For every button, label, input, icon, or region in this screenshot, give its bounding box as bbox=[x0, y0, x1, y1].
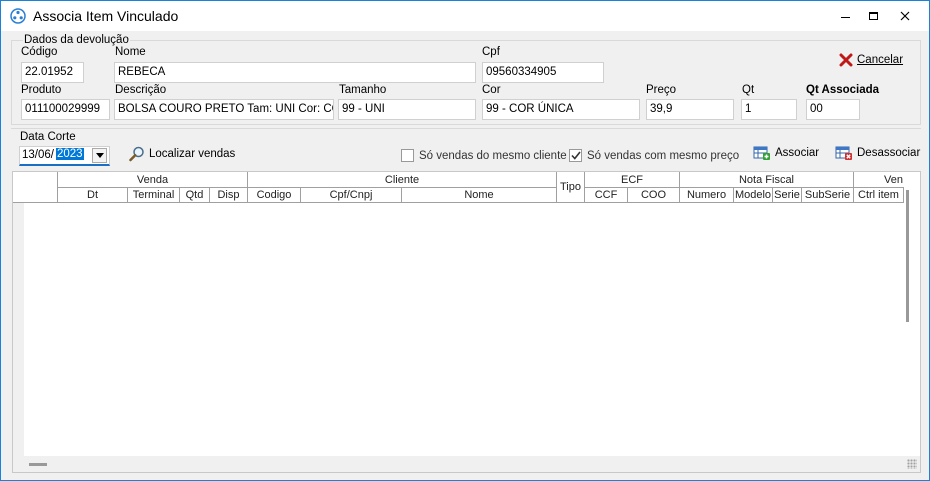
close-button[interactable] bbox=[890, 1, 920, 31]
produto-field[interactable]: 011100029999 bbox=[21, 99, 110, 120]
grid-corner bbox=[13, 172, 25, 203]
tamanho-label: Tamanho bbox=[339, 84, 387, 96]
preco-field[interactable]: 39,9 bbox=[646, 99, 734, 120]
vertical-scrollbar[interactable] bbox=[902, 186, 914, 458]
maximize-button[interactable] bbox=[858, 1, 888, 31]
col-numero[interactable]: Numero bbox=[680, 188, 734, 203]
group-nota-fiscal: Nota Fiscal bbox=[680, 172, 854, 188]
col-qtd[interactable]: Qtd bbox=[180, 188, 210, 203]
cpf-label: Cpf bbox=[482, 46, 500, 58]
qt-associada-label: Qt Associada bbox=[806, 84, 880, 96]
col-serie[interactable]: Serie bbox=[773, 188, 802, 203]
mesmo-cliente-label: Só vendas do mesmo cliente bbox=[419, 149, 567, 162]
vertical-scroll-thumb[interactable] bbox=[906, 190, 909, 322]
mesmo-cliente-checkbox[interactable]: Só vendas do mesmo cliente bbox=[401, 149, 567, 162]
mesmo-preco-checkbox[interactable]: Só vendas com mesmo preço bbox=[569, 149, 739, 162]
data-corte-year: 2023 bbox=[56, 148, 84, 160]
row-header-gutter bbox=[13, 203, 24, 458]
qt-label: Qt bbox=[742, 84, 755, 96]
data-corte-picker[interactable]: 13/06/ 2023 bbox=[19, 146, 110, 166]
disassociate-icon bbox=[835, 146, 852, 160]
group-cliente: Cliente bbox=[248, 172, 557, 188]
cancelar-label: Cancelar bbox=[857, 54, 904, 66]
mesmo-cliente-box bbox=[401, 149, 414, 162]
col-modelo[interactable]: Modelo bbox=[734, 188, 773, 203]
col-subserie[interactable]: SubSerie bbox=[802, 188, 854, 203]
cancelar-button[interactable]: Cancelar bbox=[839, 53, 903, 67]
data-corte-label: Data Corte bbox=[20, 131, 76, 143]
descricao-field[interactable]: BOLSA COURO PRETO Tam: UNI Cor: COR ÚNIC… bbox=[114, 99, 334, 120]
qt-field[interactable]: 1 bbox=[741, 99, 797, 120]
separator bbox=[11, 128, 921, 129]
col-coo[interactable]: COO bbox=[628, 188, 680, 203]
devolucao-group-title: Dados da devolução bbox=[23, 34, 130, 46]
resize-grip[interactable] bbox=[907, 459, 917, 469]
dialog-window: Associa Item Vinculado Dados da devoluçã… bbox=[0, 0, 930, 481]
data-corte-day-month: 13/06/ bbox=[22, 149, 54, 161]
nome-label: Nome bbox=[115, 46, 146, 58]
associar-button[interactable]: Associar bbox=[753, 145, 819, 161]
horizontal-scrollbar[interactable] bbox=[13, 456, 920, 472]
nome-field[interactable]: REBECA bbox=[114, 62, 476, 83]
horizontal-scroll-thumb[interactable] bbox=[29, 463, 47, 466]
cor-label: Cor bbox=[482, 84, 501, 96]
app-icon bbox=[10, 8, 26, 24]
cpf-field[interactable]: 09560334905 bbox=[482, 62, 604, 83]
mesmo-preco-box bbox=[569, 149, 582, 162]
col-ccf[interactable]: CCF bbox=[585, 188, 628, 203]
cancel-x-icon bbox=[839, 53, 853, 67]
magnifier-icon bbox=[129, 146, 144, 162]
close-icon bbox=[900, 11, 910, 21]
tamanho-field[interactable]: 99 - UNI bbox=[338, 99, 476, 120]
col-nome[interactable]: Nome bbox=[402, 188, 557, 203]
vendas-grid[interactable]: Venda Dt Terminal Qtd Disp Cliente Codig… bbox=[12, 171, 921, 473]
checkmark-icon bbox=[570, 151, 581, 160]
group-ven: Ven bbox=[854, 172, 904, 188]
title-bar[interactable]: Associa Item Vinculado bbox=[1, 1, 929, 31]
group-ecf: ECF bbox=[585, 172, 680, 188]
qt-associada-field[interactable]: 00 bbox=[806, 99, 860, 120]
minimize-icon bbox=[840, 16, 850, 18]
col-disp[interactable]: Disp bbox=[210, 188, 248, 203]
maximize-icon bbox=[868, 12, 878, 20]
col-dt[interactable]: Dt bbox=[58, 188, 128, 203]
desassociar-label: Desassociar bbox=[857, 147, 921, 159]
codigo-field[interactable]: 22.01952 bbox=[21, 62, 84, 83]
desassociar-button[interactable]: Desassociar bbox=[835, 145, 920, 161]
localizar-vendas-button[interactable]: Localizar vendas bbox=[129, 146, 235, 162]
col-codigo[interactable]: Codigo bbox=[248, 188, 301, 203]
minimize-button[interactable] bbox=[830, 1, 860, 31]
produto-label: Produto bbox=[21, 84, 62, 96]
localizar-vendas-label: Localizar vendas bbox=[149, 148, 236, 160]
descricao-label: Descrição bbox=[115, 84, 167, 96]
associate-icon bbox=[753, 146, 770, 160]
col-ctrl-item[interactable]: Ctrl item bbox=[854, 188, 904, 203]
group-venda: Venda bbox=[58, 172, 248, 188]
associar-label: Associar bbox=[775, 147, 820, 159]
col-terminal[interactable]: Terminal bbox=[128, 188, 180, 203]
dropdown-button[interactable] bbox=[92, 148, 107, 163]
col-cpf-cnpj[interactable]: Cpf/Cnpj bbox=[301, 188, 402, 203]
chevron-down-icon bbox=[95, 153, 104, 158]
col-tipo[interactable]: Tipo bbox=[557, 172, 585, 203]
codigo-label: Código bbox=[21, 46, 58, 58]
preco-label: Preço bbox=[646, 84, 677, 96]
window-title: Associa Item Vinculado bbox=[33, 8, 179, 24]
row-indicator-header bbox=[25, 172, 58, 203]
mesmo-preco-label: Só vendas com mesmo preço bbox=[587, 149, 740, 162]
cor-field[interactable]: 99 - COR ÚNICA bbox=[482, 99, 640, 120]
